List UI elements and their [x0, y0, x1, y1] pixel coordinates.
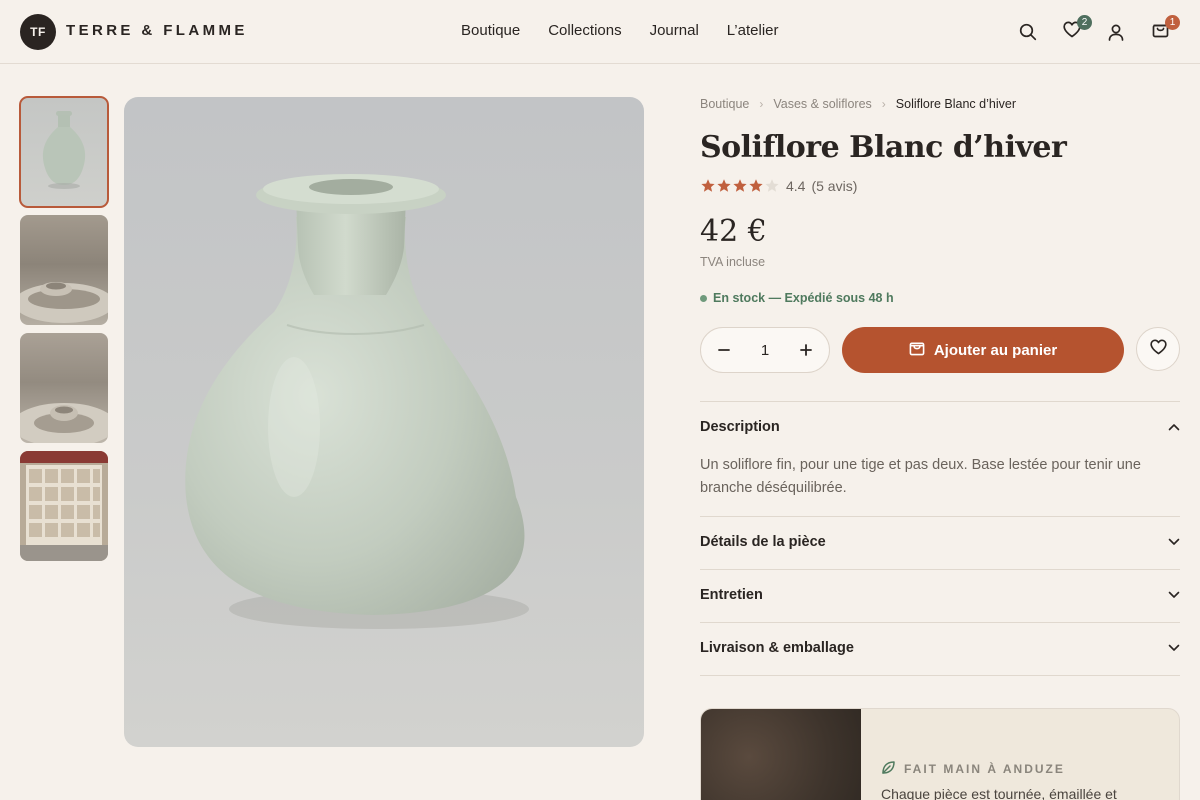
- handmade-info-card: FAIT MAIN À ANDUZE Chaque pièce est tour…: [700, 708, 1180, 800]
- breadcrumb-item-current: Soliflore Blanc d’hiver: [895, 97, 1016, 111]
- accordion-care-header[interactable]: Entretien: [700, 587, 1180, 603]
- accordion-shipping-header[interactable]: Livraison & emballage: [700, 640, 1180, 656]
- bag-icon: [909, 340, 925, 360]
- rating-value: 4.4: [786, 178, 806, 194]
- thumbnail-wheel-throwing-1[interactable]: [20, 215, 108, 325]
- divider: [700, 401, 1180, 402]
- accordion-title: Détails de la pièce: [700, 534, 826, 550]
- divider: [700, 675, 1180, 676]
- main-product-image[interactable]: [124, 97, 644, 747]
- chevron-down-icon: [1168, 587, 1180, 603]
- chevron-down-icon: [1168, 640, 1180, 656]
- divider: [700, 622, 1180, 623]
- plus-icon[interactable]: [797, 341, 815, 359]
- cart-button[interactable]: 1: [1148, 15, 1180, 44]
- wishlist-button[interactable]: 2: [1060, 15, 1092, 44]
- breadcrumb-item-category[interactable]: Vases & soliflores: [773, 97, 871, 111]
- craft-text: Chaque pièce est tournée, émaillée et: [881, 786, 1117, 800]
- stock-status: En stock — Expédié sous 48 h: [700, 291, 894, 305]
- chevron-up-icon: [1168, 419, 1180, 435]
- divider: [700, 516, 1180, 517]
- product-rating[interactable]: 4.4 (5 avis): [700, 178, 857, 194]
- craft-image: [701, 709, 861, 800]
- stock-dot-icon: [700, 294, 707, 302]
- cart-count-badge: 1: [1165, 15, 1180, 30]
- main-nav: Boutique Collections Journal L’atelier: [461, 22, 779, 39]
- brand-name[interactable]: TERRE & FLAMME: [66, 22, 248, 39]
- user-icon[interactable]: [1104, 20, 1128, 44]
- wishlist-count-badge: 2: [1077, 15, 1092, 30]
- rating-stars: [700, 178, 780, 194]
- quantity-value[interactable]: 1: [761, 342, 769, 359]
- chevron-right-icon: ›: [759, 97, 764, 111]
- rating-count[interactable]: (5 avis): [811, 178, 857, 194]
- quantity-stepper: 1: [700, 327, 830, 373]
- accordion-title: Description: [700, 419, 780, 435]
- heart-icon: [1149, 339, 1167, 360]
- chevron-right-icon: ›: [881, 97, 886, 111]
- accordion-title: Livraison & emballage: [700, 640, 854, 656]
- leaf-icon: [881, 760, 896, 778]
- craft-kicker: FAIT MAIN À ANDUZE: [881, 760, 1065, 778]
- stock-text: En stock — Expédié sous 48 h: [713, 291, 894, 305]
- thumbnail-vase-front[interactable]: [19, 96, 109, 208]
- nav-item-boutique[interactable]: Boutique: [461, 22, 520, 39]
- search-icon[interactable]: [1016, 20, 1040, 44]
- thumbnail-wheel-throwing-2[interactable]: [20, 333, 108, 443]
- logo-monogram[interactable]: TF: [20, 14, 56, 50]
- add-to-wishlist-button[interactable]: [1136, 327, 1180, 371]
- add-to-cart-button[interactable]: Ajouter au panier: [842, 327, 1124, 373]
- craft-kicker-text: FAIT MAIN À ANDUZE: [904, 762, 1065, 776]
- nav-item-atelier[interactable]: L’atelier: [727, 22, 779, 39]
- accordion-title: Entretien: [700, 587, 763, 603]
- accordion-description-body: Un soliflore fin, pour une tige et pas d…: [700, 457, 1141, 496]
- vat-note: TVA incluse: [700, 255, 766, 269]
- nav-item-collections[interactable]: Collections: [548, 22, 621, 39]
- accordion-description-header[interactable]: Description: [700, 419, 1180, 435]
- site-header: TF TERRE & FLAMME Boutique Collections J…: [0, 0, 1200, 64]
- minus-icon[interactable]: [715, 341, 733, 359]
- accordion-details-header[interactable]: Détails de la pièce: [700, 534, 1180, 550]
- product-price: 42 €: [700, 214, 767, 249]
- divider: [700, 569, 1180, 570]
- nav-item-journal[interactable]: Journal: [650, 22, 699, 39]
- thumbnail-atelier-shelves[interactable]: [20, 451, 108, 561]
- product-title: Soliflore Blanc d’hiver: [700, 130, 1067, 165]
- breadcrumb: Boutique › Vases & soliflores › Soliflor…: [700, 97, 1016, 111]
- add-to-cart-label: Ajouter au panier: [933, 341, 1058, 359]
- chevron-down-icon: [1168, 534, 1180, 550]
- breadcrumb-item-boutique[interactable]: Boutique: [700, 97, 749, 111]
